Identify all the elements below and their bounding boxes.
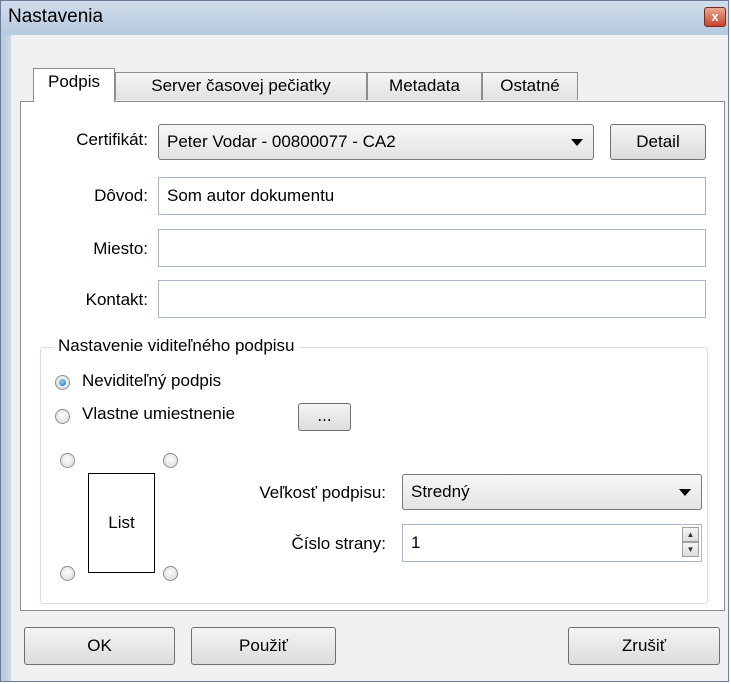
tab-other[interactable]: Ostatné [482, 72, 578, 100]
certificate-select[interactable]: Peter Vodar - 00800077 - CA2 [158, 124, 594, 160]
stepper-down-icon[interactable]: ▼ [682, 542, 699, 557]
page-number-value: 1 [411, 533, 421, 552]
ok-button[interactable]: OK [24, 627, 175, 665]
invisible-signature-label: Neviditeľný podpis [82, 371, 222, 390]
stepper-up-icon[interactable]: ▲ [682, 527, 699, 542]
page-number-label: Číslo strany: [291, 534, 386, 553]
window-frame-edge [1, 35, 11, 681]
place-label: Miesto: [93, 239, 148, 258]
page-sheet-preview: List [88, 473, 155, 573]
position-bottom-right-radio[interactable] [163, 566, 178, 581]
chevron-down-icon [679, 489, 691, 496]
contact-label: Kontakt: [85, 290, 148, 309]
signature-size-select[interactable]: Stredný [402, 474, 702, 510]
signature-size-label: Veľkosť podpisu: [259, 483, 386, 502]
stepper-buttons: ▲ ▼ [682, 527, 699, 559]
tab-podpis[interactable]: Podpis [33, 68, 115, 102]
detail-button[interactable]: Detail [610, 124, 706, 160]
cancel-button[interactable]: Zrušiť [568, 627, 720, 665]
window-title: Nastavenia [8, 6, 104, 27]
title-bar[interactable]: Nastavenia x [1, 1, 728, 35]
contact-field[interactable] [158, 280, 706, 318]
signature-size-value: Stredný [411, 482, 470, 501]
chevron-down-icon [571, 139, 583, 146]
sheet-label: List [108, 513, 135, 532]
custom-placement-radio[interactable] [55, 409, 70, 424]
certificate-label: Certifikát: [76, 130, 148, 149]
certificate-value: Peter Vodar - 00800077 - CA2 [167, 132, 396, 151]
visible-signature-group-title: Nastavenie viditeľného podpisu [54, 336, 299, 356]
custom-placement-button[interactable]: ... [298, 403, 351, 431]
place-field[interactable] [158, 229, 706, 267]
reason-field[interactable]: Som autor dokumentu [158, 177, 706, 215]
apply-button[interactable]: Použiť [191, 627, 336, 665]
position-top-left-radio[interactable] [60, 453, 75, 468]
page-number-stepper[interactable]: 1 ▲ ▼ [402, 524, 702, 562]
tab-timestamp-server[interactable]: Server časovej pečiatky [115, 72, 367, 100]
close-button[interactable]: x [704, 7, 726, 27]
position-bottom-left-radio[interactable] [60, 566, 75, 581]
tab-metadata[interactable]: Metadata [367, 72, 482, 100]
reason-label: Dôvod: [94, 186, 148, 205]
custom-placement-label: Vlastne umiestnenie [82, 404, 236, 423]
position-top-right-radio[interactable] [163, 453, 178, 468]
invisible-signature-radio[interactable] [55, 375, 70, 390]
